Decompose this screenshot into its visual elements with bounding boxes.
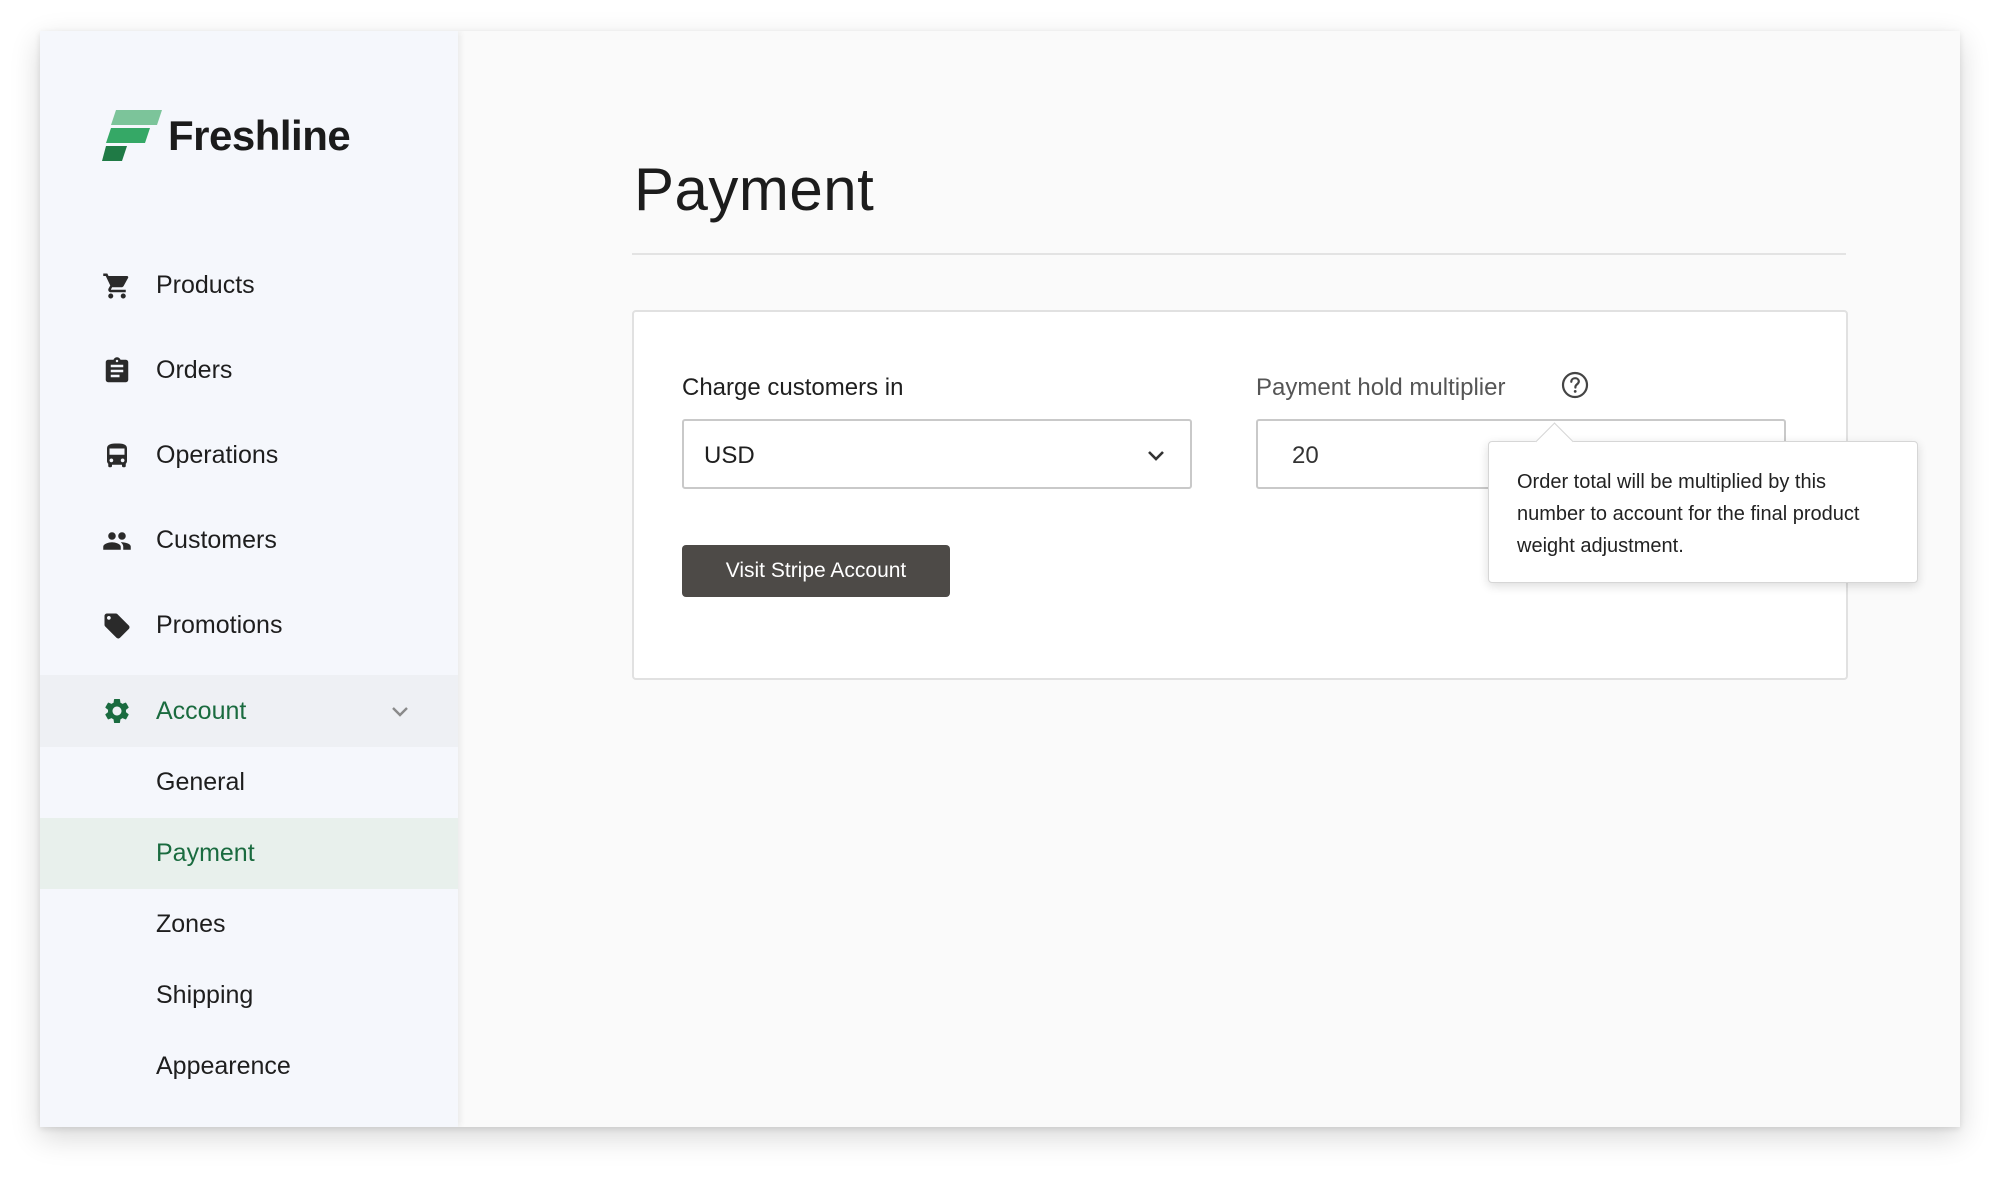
- page-title: Payment: [634, 156, 875, 223]
- sidebar-subitem-label: Appearence: [156, 1052, 291, 1080]
- sidebar-subitem-zones[interactable]: Zones: [40, 889, 458, 960]
- chevron-down-icon[interactable]: [388, 699, 412, 723]
- visit-stripe-account-button[interactable]: Visit Stripe Account: [682, 545, 950, 597]
- sidebar-subitem-label: Payment: [156, 839, 255, 867]
- title-divider: [632, 253, 1846, 255]
- sidebar-subitem-payment[interactable]: Payment: [40, 818, 458, 889]
- sidebar-item-label: Products: [156, 271, 255, 299]
- tooltip-text: Order total will be multiplied by this n…: [1517, 471, 1860, 557]
- currency-select[interactable]: USD: [682, 419, 1192, 489]
- main-content: Payment Charge customers in USD Payment …: [458, 31, 1960, 1127]
- sidebar-item-account[interactable]: Account: [40, 675, 458, 747]
- sidebar-nav: Products Orders Operations Customers Pro…: [40, 243, 458, 1102]
- currency-select-value: USD: [704, 442, 755, 469]
- sidebar-item-label: Orders: [156, 356, 233, 384]
- question-circle-icon[interactable]: [1560, 370, 1590, 400]
- sidebar-item-promotions[interactable]: Promotions: [40, 583, 458, 668]
- sidebar-subitem-label: Shipping: [156, 981, 254, 1009]
- hold-multiplier-tooltip: Order total will be multiplied by this n…: [1488, 422, 1918, 583]
- sidebar-subitem-label: Zones: [156, 910, 226, 938]
- sidebar-item-products[interactable]: Products: [40, 243, 458, 328]
- shopping-cart-icon: [102, 271, 132, 301]
- hold-multiplier-value: 20: [1292, 442, 1319, 469]
- sidebar-subitem-appearence[interactable]: Appearence: [40, 1031, 458, 1102]
- hold-multiplier-label: Payment hold multiplier: [1256, 374, 1506, 401]
- sidebar-item-customers[interactable]: Customers: [40, 498, 458, 583]
- tag-icon: [102, 611, 132, 641]
- currency-label: Charge customers in: [682, 374, 904, 401]
- sidebar-item-label: Promotions: [156, 611, 283, 639]
- clipboard-icon: [102, 356, 132, 386]
- sidebar-subitem-shipping[interactable]: Shipping: [40, 960, 458, 1031]
- app-window: Freshline Products Orders Operations Cus…: [40, 31, 1960, 1127]
- sidebar-item-operations[interactable]: Operations: [40, 413, 458, 498]
- bus-icon: [102, 441, 132, 471]
- chevron-down-icon: [1144, 443, 1168, 467]
- sidebar-subitem-general[interactable]: General: [40, 747, 458, 818]
- sidebar-item-orders[interactable]: Orders: [40, 328, 458, 413]
- sidebar-item-label: Operations: [156, 441, 279, 469]
- gear-icon: [102, 696, 132, 726]
- sidebar-subitem-label: General: [156, 768, 245, 796]
- freshline-logo-icon: [102, 110, 162, 161]
- logo[interactable]: Freshline: [102, 109, 351, 163]
- sidebar-item-label: Customers: [156, 526, 277, 554]
- sidebar: Freshline Products Orders Operations Cus…: [40, 31, 458, 1127]
- sidebar-item-label: Account: [156, 696, 247, 725]
- logo-text: Freshline: [168, 112, 351, 159]
- people-icon: [102, 526, 132, 556]
